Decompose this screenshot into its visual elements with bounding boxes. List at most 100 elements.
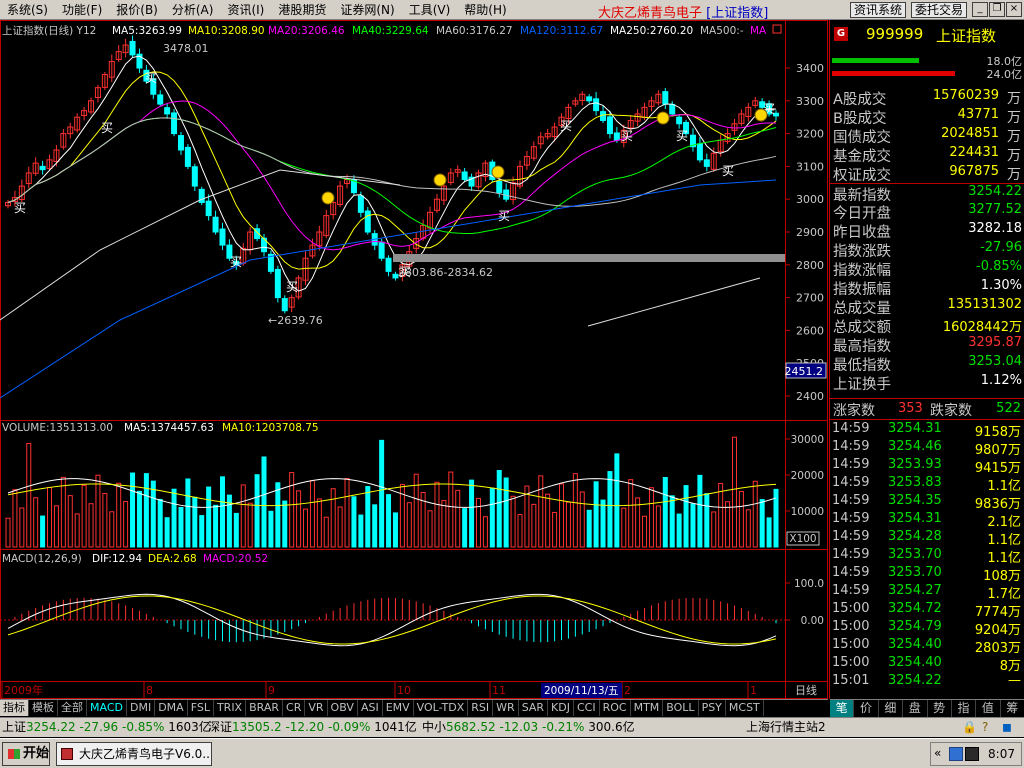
indicator-tab[interactable]: 模板 [29,700,58,716]
volume-bar [531,503,537,548]
panel-tab[interactable]: 细 [879,700,904,717]
indicator-tab[interactable]: DMI [127,700,156,716]
indicator-tab[interactable]: OBV [328,700,358,716]
smiley-icon [754,108,768,122]
menu-item[interactable]: 资讯(I) [220,0,271,20]
panel-tab[interactable]: 筹 [1001,700,1024,717]
panel-tab[interactable]: 势 [928,700,952,717]
indicator-tab[interactable]: MTM [631,700,664,716]
volume-bar [662,477,668,548]
menu-item[interactable]: 分析(A) [165,0,221,20]
indicator-tab[interactable]: VR [305,700,328,716]
quote-label: 国债成交 [833,130,891,146]
tick-row: 15:00 3254.72 7774万 [830,601,1024,620]
panel-tab[interactable]: 价 [854,700,879,717]
indicator-tab[interactable]: RSI [468,700,494,716]
restore-button[interactable]: ❐ [989,2,1005,17]
quote-label: 总成交量 [833,301,891,317]
menu-item[interactable]: 证券网(N) [333,0,401,20]
tick-row: 14:59 3254.31 2.1亿 [830,511,1024,530]
menu-item[interactable]: 系统(S) [0,0,55,20]
indicator-tab[interactable]: VOL-TDX [414,700,469,716]
candle-body [281,298,288,312]
menu-item[interactable]: 帮助(H) [457,0,513,20]
indicator-tab[interactable]: PSY [699,700,726,716]
menu-item[interactable]: 功能(F) [55,0,109,20]
volume-bar [5,517,11,548]
indicator-tab[interactable]: MACD [87,700,127,716]
indicator-tab[interactable]: ASI [358,700,383,716]
candle-body [606,116,613,135]
quote-value: 16028442万 [942,320,1022,335]
volume-bar [683,485,689,548]
minimize-button[interactable]: _ [972,2,988,17]
info-system-button[interactable]: 资讯系统 [850,2,907,18]
quote-row: 指数振幅 1.30% [830,278,1024,298]
indicator-tab[interactable]: ROC [600,700,631,716]
lock-icon[interactable]: 🔒 [962,718,977,737]
tick-row: 14:59 3253.93 9415万 [830,457,1024,476]
tick-price: 3253.70 [888,565,942,580]
indicator-tab[interactable]: BOLL [663,700,699,716]
panel-tab[interactable]: 笔 [830,700,855,717]
volume-bar [351,496,357,548]
buy-marker: 买 [230,255,242,269]
ma-legend-4: MA40:3229.64 [352,25,429,37]
price-label: 2700 [796,292,824,305]
indicator-tab[interactable]: 全部 [58,700,87,716]
tick-list: 14:59 3254.31 9158万 14:59 3254.46 9807万 14:59 3… [830,421,1024,691]
panel-tab[interactable]: 指 [952,700,977,717]
candle-body [378,241,385,259]
chart-area[interactable]: 上证指数(日线) Y12 MA5:3263.99 MA10:3208.90 MA20:… [0,20,828,699]
indicator-tab[interactable]: KDJ [548,700,574,716]
volume-bar [406,502,412,548]
volume-bars: 18.0亿 24.0亿 [830,55,1024,81]
indicator-tab[interactable]: BRAR [246,700,284,716]
indicator-tab[interactable]: MCST [726,700,764,716]
menu-item[interactable]: 报价(B) [109,0,165,20]
volume-bar [123,501,129,548]
menu-item[interactable]: 港股期货 [271,0,333,20]
volume-bar [136,490,142,548]
quote-label: 总成交额 [833,320,891,336]
quote-row: 上证换手 1.12% [830,373,1024,393]
status-bar: 上证3254.22 -27.96 -0.85% 1603亿 深证13505.2 … [0,717,1024,737]
tray-expand-icon[interactable]: « [934,746,941,760]
candle-body [219,228,226,246]
indicator-tab[interactable]: FSL [188,700,214,716]
volume-bar [690,503,696,548]
stock-name: 上证指数 [936,27,997,45]
indicator-tab[interactable]: WR [493,700,519,716]
tick-price: 3254.31 [888,511,942,526]
price-label: 2600 [796,324,824,337]
tray-network-icon[interactable] [949,747,963,761]
close-button[interactable]: × [1006,2,1022,17]
indicator-tab[interactable]: 指标 [0,700,29,716]
indicator-tab[interactable]: CCI [574,700,600,716]
taskbar-app-button[interactable]: 大庆乙烯青鸟电子V6.0... [56,742,212,766]
menu-item[interactable]: 工具(V) [402,0,458,20]
panel-tab[interactable]: 值 [976,700,1001,717]
tick-row: 14:59 3254.27 1.7亿 [830,583,1024,602]
indicator-tab[interactable]: EMV [383,700,414,716]
kline-chart[interactable]: 上证指数(日线) Y12 MA5:3263.99 MA10:3208.90 MA20:… [0,20,828,699]
quote-label: 指数涨幅 [833,263,891,279]
tick-time: 14:59 [832,547,870,562]
volume-bar [738,491,744,548]
help-icon[interactable]: ? [982,718,988,737]
volume-bar [455,489,461,548]
network-icon[interactable]: ◼ [1002,718,1012,737]
indicator-tab[interactable]: DMA [155,700,188,716]
tick-row: 14:59 3254.46 9807万 [830,439,1024,458]
volume-bar [261,456,267,548]
panel-tab[interactable]: 盘 [903,700,928,717]
volume-bar [711,511,717,548]
tick-time: 14:59 [832,421,870,436]
tray-app-icon[interactable] [965,747,979,761]
start-button[interactable]: 开始 [2,742,50,766]
trade-button[interactable]: 委托交易 [911,2,968,18]
quote-row: 总成交量 135131302 [830,297,1024,317]
indicator-tab[interactable]: CR [283,700,306,716]
indicator-tab[interactable]: TRIX [214,700,247,716]
indicator-tab[interactable]: SAR [519,700,549,716]
